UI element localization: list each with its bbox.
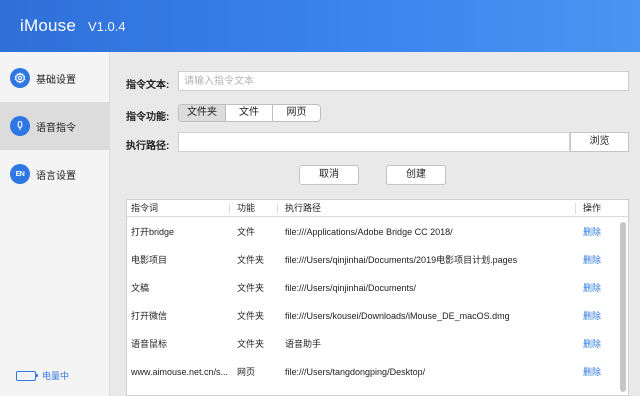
cell-path: file:///Users/qinjinhai/Documents/ xyxy=(285,283,417,293)
column-header-action: 操作 xyxy=(583,203,602,213)
cell-function: 网页 xyxy=(237,367,256,377)
execution-path-label: 执行路径: xyxy=(126,141,170,152)
microphone-icon xyxy=(10,116,30,136)
app-version: V1.0.4 xyxy=(88,18,126,34)
cell-path: file:///Users/kousei/Downloads/iMouse_DE… xyxy=(285,311,510,321)
cell-function: 文件夹 xyxy=(237,311,265,321)
cell-word: 打开微信 xyxy=(131,311,168,321)
sidebar-item-basic-settings[interactable]: 基础设置 xyxy=(0,54,109,102)
table-row[interactable]: 打开bridge 文件 file:///Applications/Adobe B… xyxy=(127,218,617,246)
delete-link[interactable]: 删除 xyxy=(583,330,601,358)
cell-function: 文件 xyxy=(237,227,256,237)
gear-icon xyxy=(10,68,30,88)
sidebar: 基础设置 语音指令 EN 语言设置 电量中 xyxy=(0,52,110,396)
app-title: iMouse xyxy=(20,16,77,35)
cell-function: 文件夹 xyxy=(237,255,265,265)
delete-link[interactable]: 删除 xyxy=(583,218,601,246)
table-row[interactable]: 文稿 文件夹 file:///Users/qinjinhai/Documents… xyxy=(127,274,617,302)
cell-function: 文件夹 xyxy=(237,283,265,293)
language-icon: EN xyxy=(10,164,30,184)
column-divider xyxy=(575,203,576,214)
battery-status: 电量中 xyxy=(16,369,69,382)
cell-word: www.aimouse.net.cn/s... xyxy=(131,367,229,377)
cell-path: file:///Applications/Adobe Bridge CC 201… xyxy=(285,227,453,237)
command-function-label: 指令功能: xyxy=(126,112,170,123)
function-option-file[interactable]: 文件 xyxy=(226,105,273,121)
execution-path-input[interactable] xyxy=(178,132,570,152)
command-function-selector: 文件夹 文件 网页 xyxy=(178,104,321,122)
cell-path: file:///Users/tangdongping/Desktop/ xyxy=(285,367,426,377)
sidebar-item-label: 语言设置 xyxy=(36,170,76,182)
sidebar-item-voice-commands[interactable]: 语音指令 xyxy=(0,102,109,150)
cell-path: 语音助手 xyxy=(285,339,322,349)
cell-path: file:///Users/qinjinhai/Documents/2019电影… xyxy=(285,255,518,265)
cell-function: 文件夹 xyxy=(237,339,265,349)
cell-word: 打开bridge xyxy=(131,227,175,237)
browse-button[interactable]: 浏览 xyxy=(570,132,629,152)
delete-link[interactable]: 删除 xyxy=(583,302,601,330)
table-header: 指令词 功能 执行路径 操作 xyxy=(127,200,628,217)
cancel-button[interactable]: 取消 xyxy=(299,165,359,185)
table-row[interactable]: 打开微信 文件夹 file:///Users/kousei/Downloads/… xyxy=(127,302,617,330)
sidebar-item-language-settings[interactable]: EN 语言设置 xyxy=(0,150,109,198)
column-header-path[interactable]: 执行路径 xyxy=(285,200,321,217)
column-divider xyxy=(277,203,278,214)
battery-label: 电量中 xyxy=(42,371,70,381)
sidebar-item-label: 语音指令 xyxy=(36,122,76,134)
function-option-folder[interactable]: 文件夹 xyxy=(179,105,226,121)
function-option-webpage[interactable]: 网页 xyxy=(273,105,320,121)
command-table: 指令词 功能 执行路径 操作 打开bridge 文件 file:///Appli… xyxy=(126,199,629,396)
title-bar: iMouse V1.0.4 xyxy=(0,0,640,52)
column-header-word[interactable]: 指令词 xyxy=(131,200,158,217)
command-text-input[interactable] xyxy=(178,71,629,91)
create-button[interactable]: 创建 xyxy=(386,165,446,185)
table-scrollbar[interactable] xyxy=(620,222,626,392)
delete-link[interactable]: 删除 xyxy=(583,274,601,302)
delete-link[interactable]: 删除 xyxy=(583,358,601,386)
column-header-function[interactable]: 功能 xyxy=(237,200,255,217)
battery-icon xyxy=(16,370,38,381)
delete-link[interactable]: 删除 xyxy=(583,246,601,274)
command-text-label: 指令文本: xyxy=(126,80,170,91)
cell-word: 语音鼠标 xyxy=(131,339,168,349)
column-divider xyxy=(229,203,230,214)
language-icon-text: EN xyxy=(15,170,25,178)
main-panel: 指令文本: 指令功能: 文件夹 文件 网页 执行路径: 浏览 取消 创建 指令词… xyxy=(110,52,640,396)
table-row[interactable]: 电影项目 文件夹 file:///Users/qinjinhai/Documen… xyxy=(127,246,617,274)
table-row[interactable]: 语音鼠标 文件夹 语音助手 删除 xyxy=(127,330,617,358)
cell-word: 文稿 xyxy=(131,283,150,293)
table-row[interactable]: www.aimouse.net.cn/s... 网页 file:///Users… xyxy=(127,358,617,386)
cell-word: 电影项目 xyxy=(131,255,168,265)
sidebar-item-label: 基础设置 xyxy=(36,74,76,86)
